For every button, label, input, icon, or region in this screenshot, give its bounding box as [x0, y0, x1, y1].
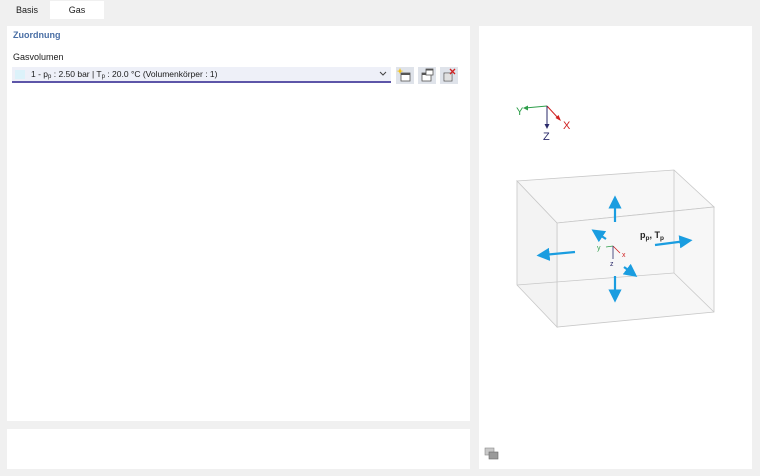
axis-z-label: Z: [543, 131, 550, 143]
axis-x-label: X: [563, 120, 571, 132]
gas-volume-label: Gasvolumen: [13, 52, 64, 62]
local-axis-x-label: x: [622, 252, 626, 259]
gas-volume-select[interactable]: 1 - pp : 2.50 bar | Tp : 20.0 °C (Volume…: [12, 67, 391, 83]
color-swatch: [15, 70, 25, 79]
tab-gas[interactable]: Gas: [50, 1, 104, 19]
gas-volume-preview: Y X Z y x z pp, Tp: [516, 105, 715, 328]
info-panel: [7, 429, 470, 469]
edit-gas-volume-icon: [421, 68, 434, 82]
preview-panel: Y X Z y x z pp, Tp: [479, 26, 752, 469]
delete-gas-volume-icon: [443, 68, 456, 82]
edit-gas-volume-button[interactable]: [418, 67, 436, 84]
local-axis-z-label: z: [610, 261, 614, 268]
assignment-panel: Zuordnung Gasvolumen 1 - pp : 2.50 bar |…: [7, 26, 470, 421]
chevron-down-icon[interactable]: [378, 68, 388, 80]
view-options-icon: [484, 447, 499, 460]
view-options-button[interactable]: [484, 446, 500, 462]
global-axis-triad: Y X Z: [516, 105, 571, 143]
section-title: Zuordnung: [13, 30, 61, 40]
axis-y-label: Y: [516, 106, 524, 118]
local-axis-y-label: y: [597, 245, 601, 252]
delete-gas-volume-button[interactable]: [440, 67, 458, 84]
tab-basis[interactable]: Basis: [5, 1, 49, 19]
new-gas-volume-button[interactable]: [396, 67, 414, 84]
tab-bar: Basis Gas: [0, 0, 760, 19]
gas-volume-selected-value: 1 - pp : 2.50 bar | Tp : 20.0 °C (Volume…: [31, 69, 218, 80]
new-gas-volume-icon: [396, 68, 411, 82]
